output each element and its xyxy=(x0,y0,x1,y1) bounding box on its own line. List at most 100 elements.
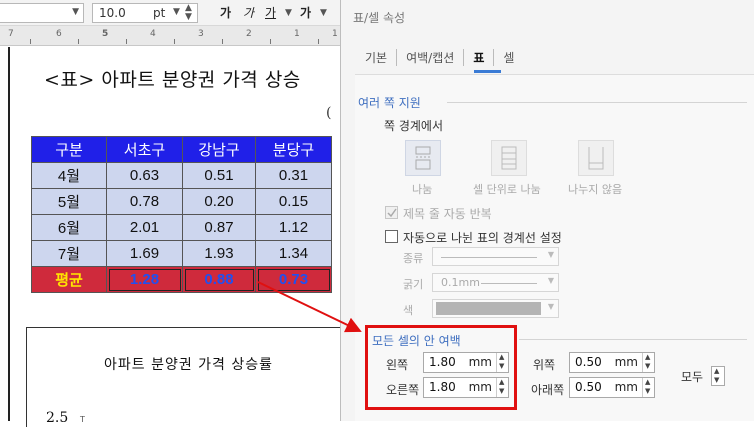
ruler-tick xyxy=(126,39,127,44)
header-cell[interactable]: 서초구 xyxy=(106,136,183,163)
tab-table[interactable]: 표 xyxy=(463,49,493,66)
border-type-select[interactable]: ▼ xyxy=(432,247,559,266)
chart-frame[interactable] xyxy=(26,327,340,427)
tab-margin-caption[interactable]: 여백/캡션 xyxy=(396,49,463,66)
chart-y-tick: T xyxy=(80,415,85,424)
chevron-down-icon[interactable]: ▼ xyxy=(173,7,180,17)
spin-buttons[interactable]: ▲ ▼ xyxy=(642,378,654,397)
section-title: 여러 쪽 지원 xyxy=(358,96,421,110)
table-cell[interactable]: 0.31 xyxy=(255,162,332,189)
font-name-select[interactable]: ▼ xyxy=(0,3,84,23)
no-split-icon xyxy=(588,147,604,170)
table-cell[interactable]: 2.01 xyxy=(106,214,183,241)
spin-down-icon[interactable]: ▼ xyxy=(645,387,650,395)
table-cell[interactable]: 1.28 xyxy=(106,266,183,293)
split-option-label: 셀 단위로 나눔 xyxy=(473,183,541,196)
table-cell[interactable]: 0.51 xyxy=(182,162,256,189)
table-row: 4월 0.63 0.51 0.31 xyxy=(31,162,332,189)
table-row: 7월 1.69 1.93 1.34 xyxy=(31,240,332,267)
split-by-cell-icon xyxy=(501,146,517,170)
split-table-icon xyxy=(415,146,431,170)
underline-button[interactable]: 가 xyxy=(265,4,276,21)
chevron-down-icon: ▼ xyxy=(547,276,554,285)
table-cell[interactable]: 6월 xyxy=(31,214,107,241)
ruler-number: 7 xyxy=(8,29,14,39)
ruler-tick xyxy=(78,39,79,44)
table-cell[interactable]: 1.12 xyxy=(255,214,332,241)
bottom-margin-value: 0.50 xyxy=(575,380,602,394)
strike-button[interactable]: 가 xyxy=(300,4,311,21)
top-margin-label: 위쪽 xyxy=(533,358,556,372)
document-area[interactable]: <표> 아파트 분양권 가격 상승 ( 구분 서초구 강남구 분당구 4월 0.… xyxy=(0,47,340,427)
header-cell[interactable]: 분당구 xyxy=(255,136,332,163)
bold-button[interactable]: 가 xyxy=(220,4,231,21)
table-cell[interactable]: 0.87 xyxy=(182,214,256,241)
top-margin-input[interactable]: 0.50 mm ▲ ▼ xyxy=(569,352,655,373)
dialog-title: 표/셀 속성 xyxy=(353,11,406,25)
table-row: 5월 0.78 0.20 0.15 xyxy=(31,188,332,215)
auto-border-checkbox[interactable] xyxy=(385,230,398,243)
spin-down-icon[interactable]: ▼ xyxy=(645,362,650,370)
table-cell[interactable]: 1.34 xyxy=(255,240,332,267)
chart-title: 아파트 분양권 가격 상승률 xyxy=(104,357,274,373)
divider xyxy=(447,102,747,103)
solid-line-sample xyxy=(441,257,537,258)
border-color-select[interactable]: ▼ xyxy=(432,299,559,318)
spin-down-icon[interactable]: ▼ xyxy=(185,12,192,22)
table-cell[interactable]: 0.88 xyxy=(182,266,256,293)
repeat-title-checkbox[interactable] xyxy=(385,206,398,219)
font-size-input[interactable]: 10.0 pt ▼ ▲ ▼ xyxy=(92,3,198,23)
width-line-sample xyxy=(481,283,537,284)
document-title: <표> 아파트 분양권 가격 상승 xyxy=(44,69,301,91)
auto-border-label: 자동으로 나뉜 표의 경계선 설정 xyxy=(403,231,562,245)
table-cell[interactable]: 1.93 xyxy=(182,240,256,267)
chevron-down-icon[interactable]: ▼ xyxy=(320,8,327,18)
split-option-cell[interactable] xyxy=(491,140,527,176)
unit-note: ( xyxy=(326,105,332,121)
spin-buttons[interactable]: ▲ ▼ xyxy=(642,353,654,372)
table-cell[interactable]: 0.78 xyxy=(106,188,183,215)
table-cell[interactable]: 7월 xyxy=(31,240,107,267)
table-cell[interactable]: 1.69 xyxy=(106,240,183,267)
split-option-none[interactable] xyxy=(578,140,614,176)
table-cell[interactable]: 0.63 xyxy=(106,162,183,189)
ruler-tick xyxy=(30,39,31,44)
page-margin-line xyxy=(8,47,10,421)
font-size-value: 10.0 xyxy=(99,6,126,20)
ruler-number: 6 xyxy=(56,29,62,39)
ruler-tick xyxy=(222,39,223,44)
split-option-label: 나누지 않음 xyxy=(568,183,623,196)
table-row: 6월 2.01 0.87 1.12 xyxy=(31,214,332,241)
bottom-margin-input[interactable]: 0.50 mm ▲ ▼ xyxy=(569,377,655,398)
border-width-select[interactable]: 0.1mm ▼ xyxy=(432,273,559,292)
all-margins-label: 모두 xyxy=(681,370,704,384)
ruler-tick xyxy=(318,39,319,44)
split-option-split[interactable] xyxy=(405,140,441,176)
spin-up-icon[interactable]: ▲ xyxy=(714,367,719,375)
table-cell[interactable]: 4월 xyxy=(31,162,107,189)
border-type-label: 종류 xyxy=(403,252,424,265)
spin-up-icon[interactable]: ▲ xyxy=(645,353,650,361)
spin-up-icon[interactable]: ▲ xyxy=(645,378,650,386)
tab-cell[interactable]: 셀 xyxy=(493,49,523,66)
all-margins-spinner[interactable]: ▲ ▼ xyxy=(711,366,725,386)
table-cell[interactable]: 0.15 xyxy=(255,188,332,215)
horizontal-ruler[interactable]: 7 6 5 4 3 2 1 1 xyxy=(0,26,340,46)
dialog-tabs: 기본 여백/캡션 표 셀 xyxy=(365,49,523,66)
table-average-row: 평균 1.28 0.88 0.73 xyxy=(31,266,332,293)
italic-button[interactable]: 가 xyxy=(243,4,254,21)
bottom-margin-label: 아래쪽 xyxy=(531,383,565,397)
chevron-down-icon[interactable]: ▼ xyxy=(285,8,292,18)
chevron-down-icon: ▼ xyxy=(72,7,79,17)
table-cell[interactable]: 0.73 xyxy=(255,266,332,293)
spin-down-icon[interactable]: ▼ xyxy=(714,376,719,384)
table-cell[interactable]: 0.20 xyxy=(182,188,256,215)
table-cell[interactable]: 5월 xyxy=(31,188,107,215)
header-cell[interactable]: 구분 xyxy=(31,136,107,163)
chart-y-value: 2.5 xyxy=(46,410,69,426)
price-table[interactable]: 구분 서초구 강남구 분당구 4월 0.63 0.51 0.31 5월 0.78… xyxy=(31,136,332,293)
table-cell[interactable]: 평균 xyxy=(31,266,107,293)
header-cell[interactable]: 강남구 xyxy=(182,136,256,163)
top-margin-value: 0.50 xyxy=(575,355,602,369)
tab-basic[interactable]: 기본 xyxy=(365,49,396,66)
